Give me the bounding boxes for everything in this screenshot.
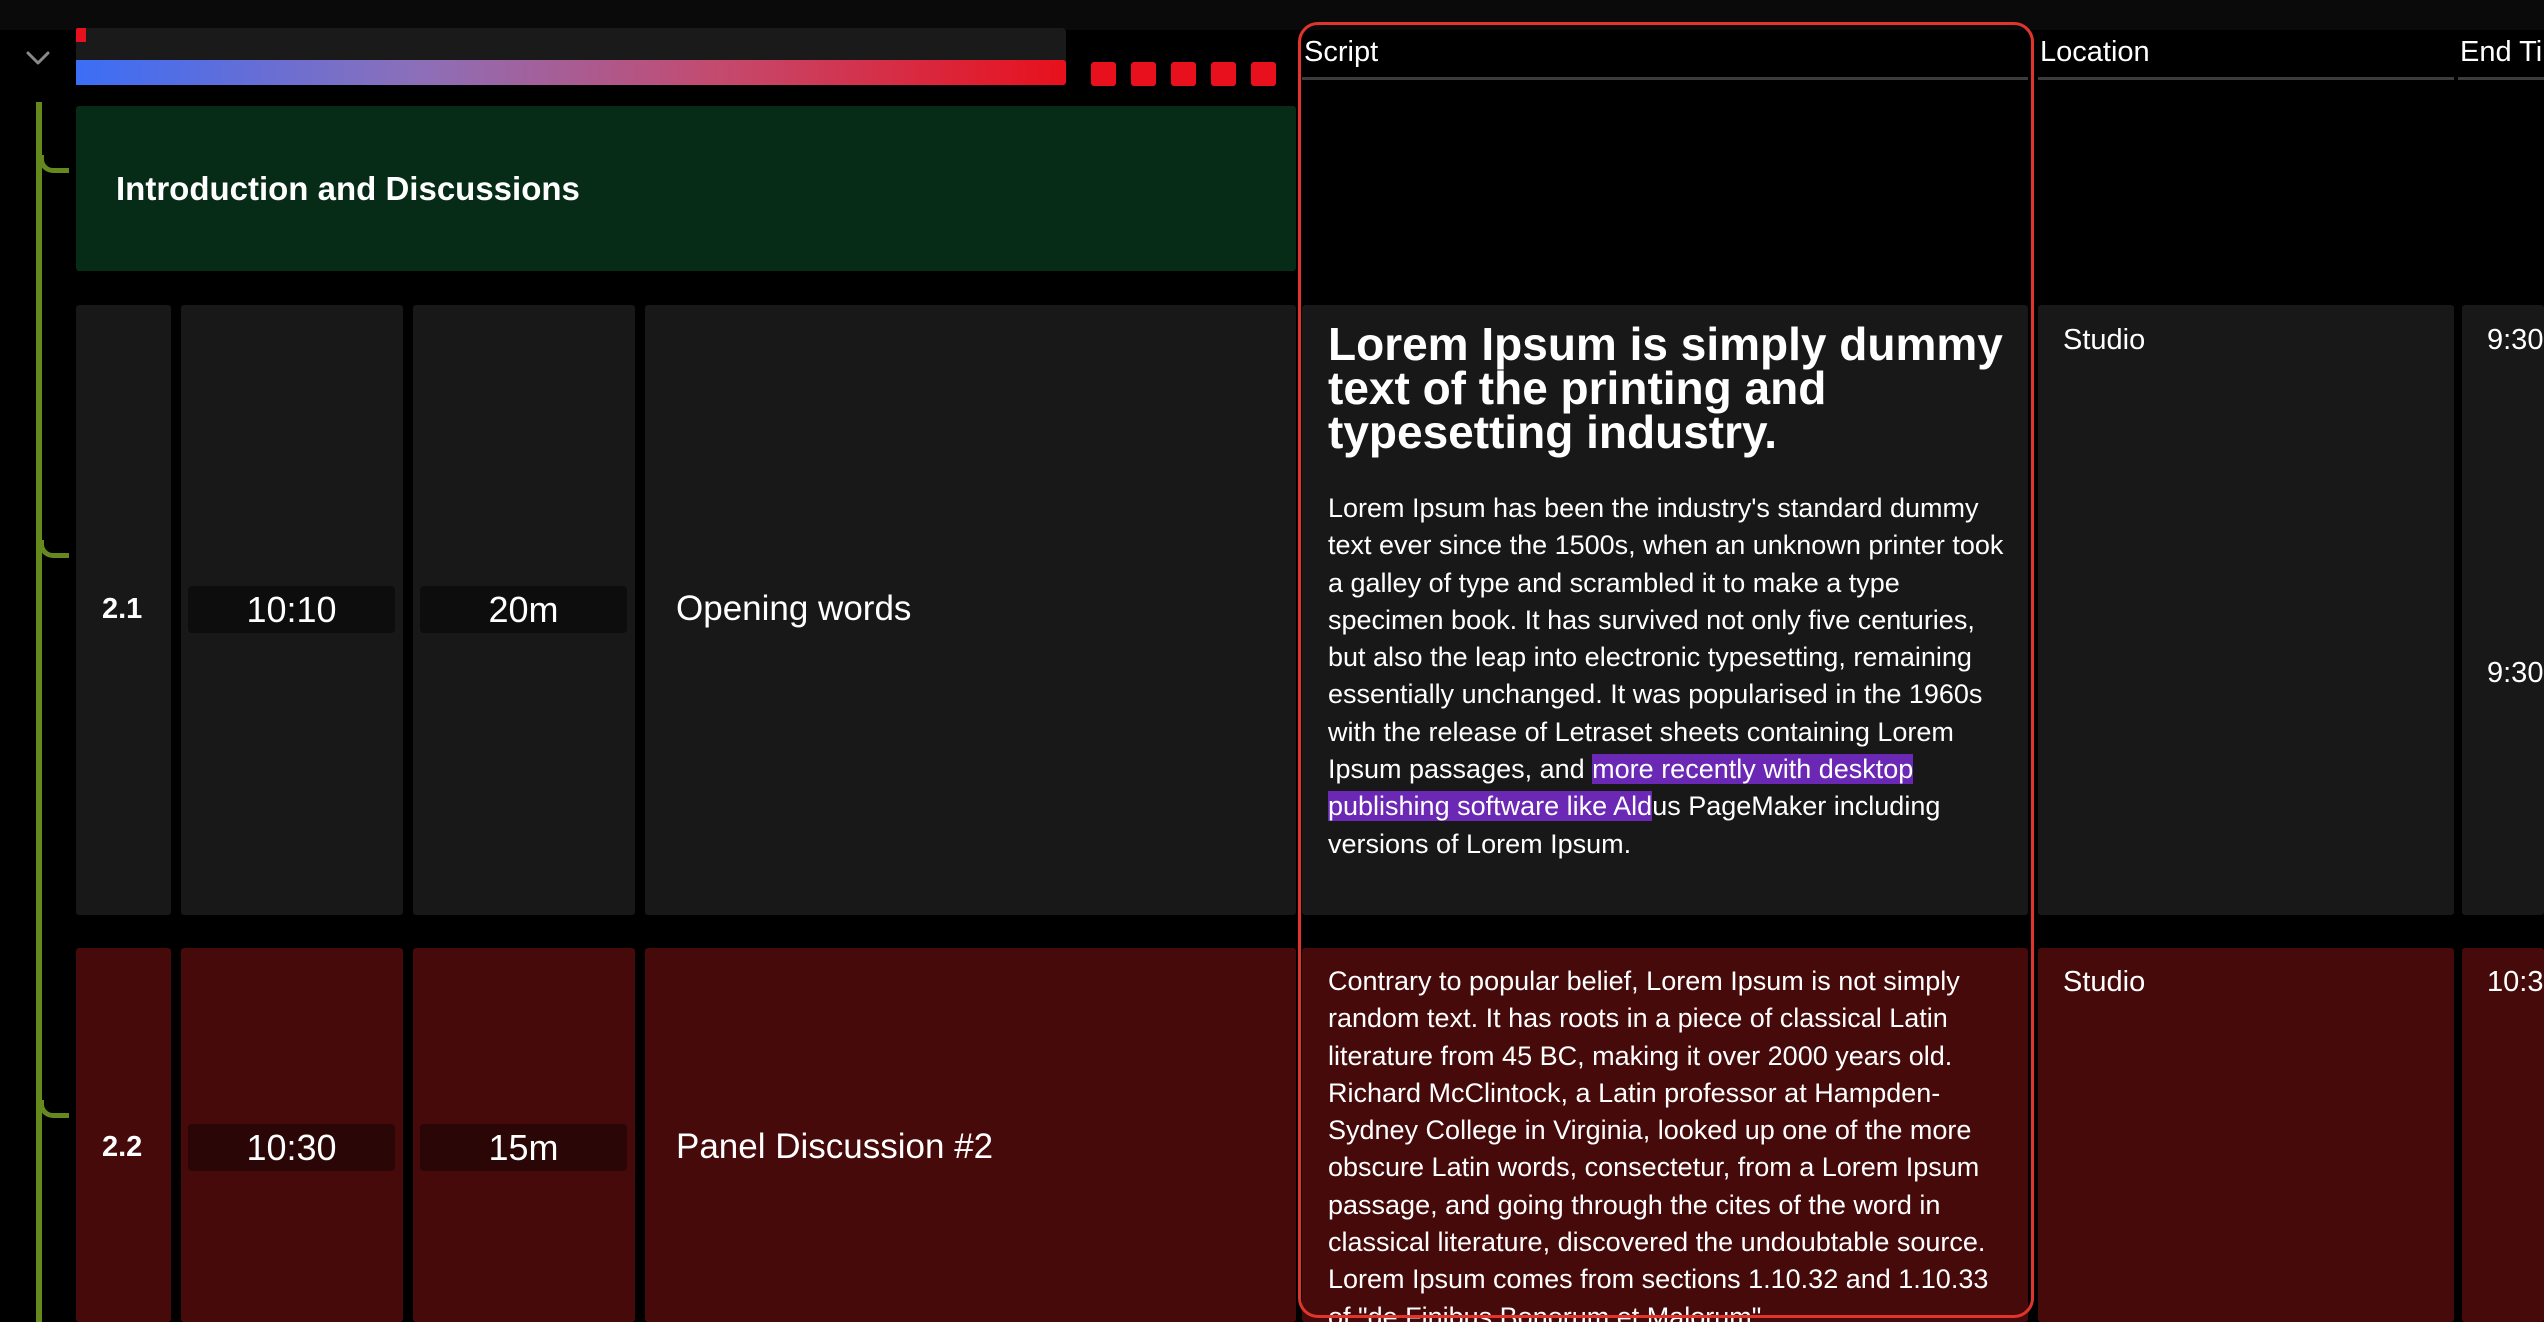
warning-indicator — [1091, 62, 1116, 86]
duration-field[interactable]: 15m — [420, 1124, 627, 1171]
location-cell[interactable] — [2038, 305, 2454, 915]
start-time-field[interactable]: 10:10 — [188, 586, 395, 633]
warning-indicator — [1171, 62, 1196, 86]
column-header-location[interactable]: Location — [2040, 36, 2150, 69]
script-body[interactable]: Lorem Ipsum has been the industry's stan… — [1328, 490, 2018, 863]
end-time-value: 9:30 — [2487, 324, 2544, 356]
column-header-script[interactable]: Script — [1304, 36, 1378, 69]
chevron-down-icon[interactable] — [18, 38, 58, 78]
script-cell[interactable]: Contrary to popular belief, Lorem Ipsum … — [1302, 948, 2028, 1322]
row-index: 2.2 — [102, 1131, 143, 1163]
script-text: Lorem Ipsum has been the industry's stan… — [1328, 493, 2004, 785]
timeline-branch — [39, 155, 69, 173]
warning-indicator — [1251, 62, 1276, 86]
end-time-value: 10:30 — [2487, 966, 2544, 998]
end-time-cell[interactable]: 10:30 — [2462, 948, 2544, 1322]
section-title: Introduction and Discussions — [116, 170, 580, 207]
warning-indicator — [1131, 62, 1156, 86]
progress-bar-fill — [76, 60, 1066, 85]
progress-start-marker — [76, 28, 86, 42]
timeline-branch — [39, 540, 69, 558]
location-value: Studio — [2063, 966, 2146, 998]
column-header-divider — [2458, 77, 2544, 80]
column-header-end-time[interactable]: End Ti — [2460, 36, 2542, 69]
start-time-field[interactable]: 10:30 — [188, 1124, 395, 1171]
row-title: Opening words — [676, 589, 912, 628]
row-index: 2.1 — [102, 593, 143, 625]
warning-indicator — [1211, 62, 1236, 86]
top-strip — [0, 0, 2544, 30]
script-heading: Lorem Ipsum is simply dummy text of the … — [1328, 318, 2003, 458]
row-title: Panel Discussion #2 — [676, 1127, 994, 1166]
location-cell[interactable] — [2038, 948, 2454, 1322]
column-header-divider — [2038, 77, 2454, 80]
location-value: Studio — [2063, 324, 2146, 356]
timeline-line — [36, 102, 42, 1322]
script-body[interactable]: Contrary to popular belief, Lorem Ipsum … — [1328, 963, 2018, 1322]
duration-field[interactable]: 20m — [420, 586, 627, 633]
column-header-divider — [1302, 77, 2028, 80]
timeline-branch — [39, 1100, 69, 1118]
end-time-value: 9:30 — [2487, 657, 2544, 689]
end-time-cell[interactable] — [2462, 305, 2544, 915]
